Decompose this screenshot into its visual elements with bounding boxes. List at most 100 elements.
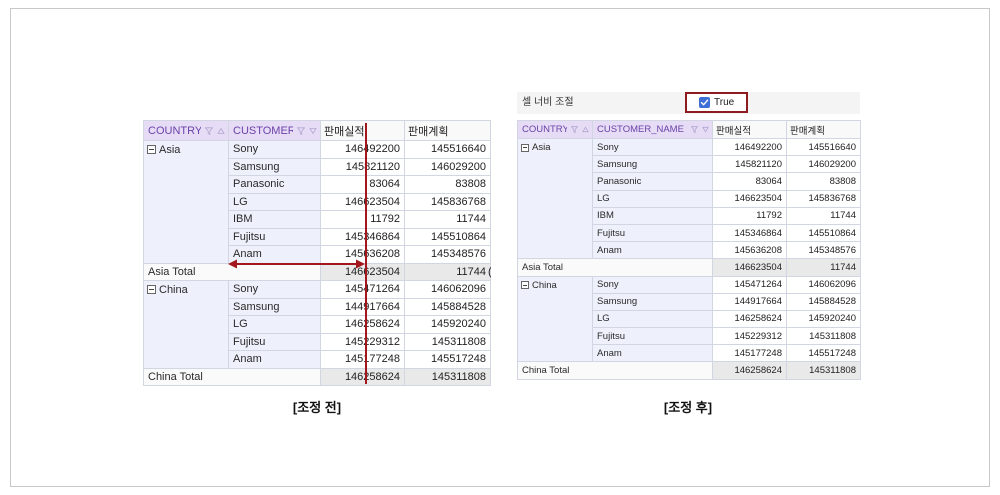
sort-ascending-icon[interactable]	[217, 127, 225, 135]
sales-actual-cell: 146623504	[712, 189, 787, 208]
sales-plan-cell: 146029200	[786, 155, 861, 174]
sales-plan-cell: 11744	[404, 210, 491, 229]
total-row: Asia Total 146623504 11744	[517, 258, 861, 277]
sales-plan-cell: 145884528	[786, 292, 861, 311]
sales-actual-cell: 145229312	[712, 327, 787, 346]
total-actual-cell: 146623504	[320, 262, 405, 281]
cell-width-label: 셀 너비 조절	[522, 97, 574, 108]
table-row: Asia Sony 146492200 145516640	[517, 137, 861, 260]
sort-ascending-icon[interactable]	[582, 126, 589, 133]
filter-icon[interactable]	[297, 126, 305, 135]
sales-actual-cell: 145177248	[320, 350, 405, 369]
auto-width-checkbox[interactable]	[699, 97, 710, 108]
sales-plan-cell: 146062096	[786, 275, 861, 294]
customer-cell: Fujitsu	[228, 332, 321, 351]
sales-actual-cell: 83064	[712, 172, 787, 191]
sales-plan-cell: 145920240	[786, 309, 861, 329]
header-sales-actual[interactable]: 판매실적	[320, 120, 405, 141]
sort-descending-icon[interactable]	[702, 126, 709, 133]
country-label: Asia	[532, 142, 551, 153]
country-cell: China	[517, 275, 593, 363]
total-label-cell: Asia Total	[517, 258, 713, 277]
customer-cell: Sony	[592, 275, 713, 294]
header-row: COUNTRY_ CUSTOMER_NAME 판매실적 판매계획	[517, 120, 861, 139]
sales-actual-cell: 83064	[320, 175, 405, 194]
collapse-icon[interactable]	[147, 145, 156, 155]
sales-plan-cell: 145920240	[404, 315, 491, 334]
header-country-label: COUNTRY_	[522, 124, 567, 135]
sales-actual-cell: 144917664	[320, 297, 405, 316]
sales-actual-cell: 145346864	[320, 227, 405, 246]
table-row: China Sony 145471264 146062096	[143, 280, 491, 369]
checkbox-highlight-box: True	[685, 92, 748, 113]
filter-icon[interactable]	[205, 126, 213, 135]
sort-descending-icon[interactable]	[309, 127, 317, 135]
customer-cell: IBM	[592, 206, 713, 225]
total-actual-cell: 146258624	[320, 367, 405, 386]
total-label-cell: Asia Total	[143, 262, 321, 281]
country-label: Asia	[159, 143, 181, 156]
country-label: China	[532, 279, 557, 291]
pivot-grid-after: COUNTRY_ CUSTOMER_NAME 판매실적 판매계획 Asia So…	[517, 120, 861, 380]
check-icon	[700, 99, 709, 106]
sales-plan-cell: 11744	[786, 206, 861, 225]
customer-cell: Panasonic	[228, 175, 321, 194]
sales-actual-cell: 146492200	[712, 137, 787, 157]
sales-actual-cell: 146258624	[712, 309, 787, 329]
total-actual-cell: 146258624	[712, 361, 787, 380]
total-label-cell: China Total	[517, 361, 713, 380]
table-row: China Sony 145471264 146062096	[517, 275, 861, 363]
header-sales-plan[interactable]: 판매계획	[404, 120, 491, 141]
customer-cell: Anam	[228, 245, 321, 264]
filter-icon[interactable]	[571, 126, 578, 133]
sales-actual-cell: 145636208	[320, 245, 405, 264]
customer-cell: Samsung	[592, 292, 713, 311]
header-customer-label: CUSTOMER_NAME	[597, 124, 684, 135]
sales-plan-cell: 145836768	[786, 189, 861, 208]
sales-plan-cell: 145510864	[404, 227, 491, 246]
sales-actual-cell: 145229312	[320, 332, 405, 351]
sales-plan-cell: 145510864	[786, 223, 861, 243]
total-plan-cell: 145311808	[404, 367, 491, 386]
customer-cell: Samsung	[228, 297, 321, 316]
customer-cell: LG	[592, 189, 713, 208]
customer-cell: Fujitsu	[592, 223, 713, 243]
sales-plan-cell: 145348576	[786, 241, 861, 260]
customer-cell: Anam	[592, 344, 713, 363]
header-customer[interactable]: CUSTOMER_NAME	[592, 120, 713, 139]
header-sales-plan[interactable]: 판매계획	[786, 120, 861, 139]
filter-icon[interactable]	[691, 126, 698, 133]
collapse-icon[interactable]	[521, 281, 529, 289]
total-plan-cell: 11744	[786, 258, 861, 277]
collapse-icon[interactable]	[521, 143, 529, 152]
sales-actual-cell: 145471264	[320, 280, 405, 299]
customer-cell: Samsung	[592, 155, 713, 174]
sales-plan-cell: 145311808	[786, 327, 861, 346]
total-row: China Total 146258624 145311808	[517, 361, 861, 380]
sales-actual-cell: 145177248	[712, 344, 787, 363]
header-customer[interactable]: CUSTOMER_	[228, 120, 321, 141]
total-plan-cell: 11744	[404, 262, 491, 281]
sales-plan-cell: 145836768	[404, 192, 491, 211]
customer-cell: Fujitsu	[592, 327, 713, 346]
header-country-label: COUNTRY_	[148, 124, 201, 137]
sales-plan-cell: 83808	[404, 175, 491, 194]
sales-actual-cell: 11792	[712, 206, 787, 225]
sales-actual-cell: 146492200	[320, 140, 405, 159]
collapse-icon[interactable]	[147, 285, 156, 295]
sales-plan-cell: 145517248	[786, 344, 861, 363]
caption-after: [조정 후]	[663, 400, 713, 415]
country-cell: China	[143, 280, 229, 369]
header-sales-actual[interactable]: 판매실적	[712, 120, 787, 139]
cell-width-toolbar: 셀 너비 조절 True	[517, 92, 860, 114]
sales-actual-cell: 145821120	[712, 155, 787, 174]
header-country[interactable]: COUNTRY_	[143, 120, 229, 141]
customer-cell: IBM	[228, 210, 321, 229]
header-country[interactable]: COUNTRY_	[517, 120, 593, 139]
customer-cell: Panasonic	[592, 172, 713, 191]
checkbox-label[interactable]: True	[714, 97, 734, 108]
sales-plan-cell: 83808	[786, 172, 861, 191]
sales-plan-cell: 146062096	[404, 280, 491, 299]
sales-plan-cell: 145516640	[404, 140, 491, 159]
clipped-overflow-text: (	[488, 264, 491, 280]
